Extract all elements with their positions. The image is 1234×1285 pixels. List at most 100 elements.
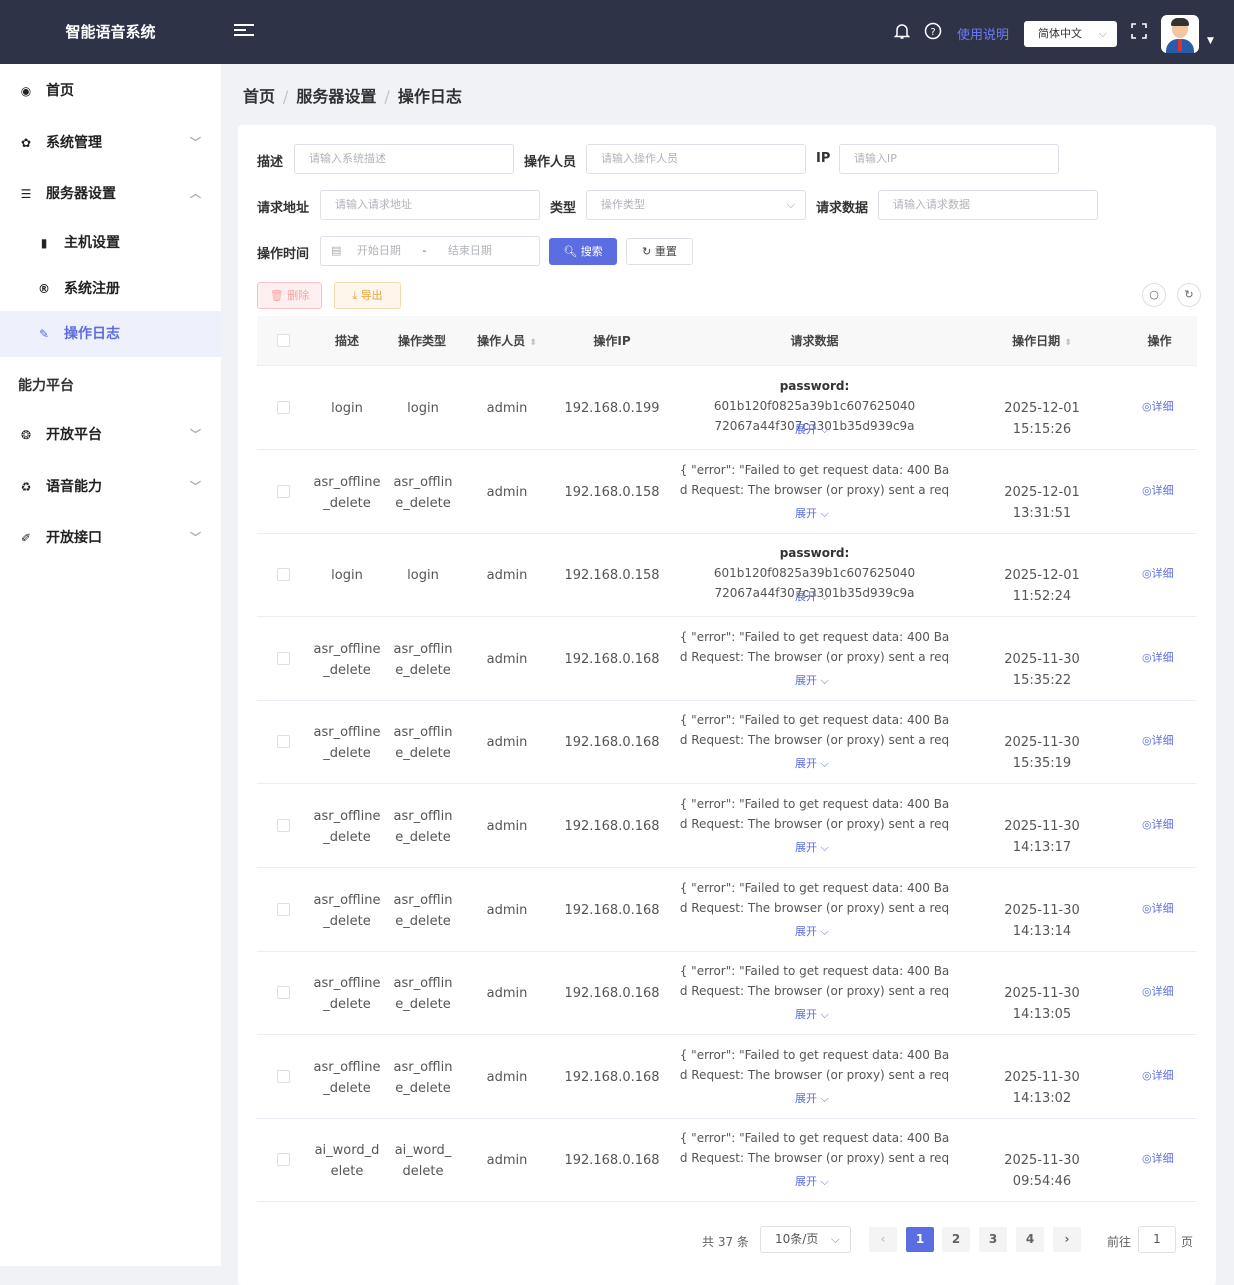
avatar[interactable] bbox=[1161, 15, 1199, 53]
detail-label: 详细 bbox=[1151, 901, 1174, 915]
expand-link[interactable]: 展开 ⌵ bbox=[795, 672, 829, 688]
detail-link[interactable]: ◎详细 bbox=[1142, 900, 1174, 916]
sidebar-item-label: 开放平台 bbox=[46, 427, 102, 443]
row-reqdata: { "error": "Failed to get request data: … bbox=[677, 878, 952, 918]
row-checkbox[interactable] bbox=[277, 651, 290, 665]
expand-link[interactable]: 展开 ⌵ bbox=[795, 421, 829, 437]
page-3-button[interactable]: 3 bbox=[979, 1227, 1007, 1252]
detail-link[interactable]: ◎详细 bbox=[1142, 732, 1174, 748]
open-platform-icon: ❂ bbox=[20, 428, 32, 442]
detail-link[interactable]: ◎详细 bbox=[1142, 482, 1174, 498]
detail-label: 详细 bbox=[1151, 483, 1174, 497]
row-checkbox[interactable] bbox=[277, 401, 290, 414]
delete-button[interactable]: 🗑︎ 删除 bbox=[257, 282, 322, 309]
page-2-button[interactable]: 2 bbox=[942, 1227, 970, 1252]
row-checkbox[interactable] bbox=[277, 1069, 290, 1083]
goto-page-input[interactable]: 1 bbox=[1138, 1226, 1176, 1253]
sidebar-item-voice[interactable]: ♻ 语音能力 ﹀ bbox=[0, 464, 221, 510]
detail-label: 详细 bbox=[1151, 985, 1174, 999]
url-input[interactable]: 请输入请求地址 bbox=[320, 190, 540, 220]
row-checkbox[interactable] bbox=[277, 902, 290, 916]
row-desc: asr_offline_delete bbox=[313, 1059, 381, 1096]
expand-link[interactable]: 展开 ⌵ bbox=[795, 1090, 829, 1106]
row-checkbox[interactable] bbox=[277, 819, 290, 832]
bell-icon[interactable] bbox=[892, 22, 912, 42]
detail-link[interactable]: ◎详细 bbox=[1142, 816, 1174, 832]
sidebar-item-host[interactable]: ▮ 主机设置 bbox=[0, 220, 221, 266]
chevron-down-icon: ⌵ bbox=[820, 841, 829, 854]
expand-link[interactable]: 展开 ⌵ bbox=[795, 755, 829, 771]
expand-link[interactable]: 展开 ⌵ bbox=[795, 588, 829, 604]
row-type: asr_offline_delete bbox=[393, 474, 453, 511]
detail-link[interactable]: ◎详细 bbox=[1142, 649, 1174, 665]
date-range-picker[interactable]: ▤ 开始日期 - 结束日期 bbox=[320, 236, 540, 266]
sidebar-item-home[interactable]: ◉ 首页 bbox=[0, 68, 221, 114]
expand-link[interactable]: 展开 ⌵ bbox=[795, 1173, 829, 1189]
page-1-button[interactable]: 1 bbox=[906, 1227, 934, 1252]
page-4-button[interactable]: 4 bbox=[1016, 1227, 1044, 1252]
row-type: login bbox=[407, 568, 439, 584]
detail-link[interactable]: ◎详细 bbox=[1142, 565, 1174, 581]
detail-link[interactable]: ◎详细 bbox=[1142, 398, 1174, 414]
sidebar: ◉ 首页 ✿ 系统管理 ﹀ ☰ 服务器设置 ︿ ▮ 主机设置 ® 系统注册 ✎ 操作日志 能力平… bbox=[0, 64, 221, 1266]
sidebar-item-oplog[interactable]: ✎ 操作日志 bbox=[0, 311, 221, 357]
search-toggle-icon[interactable]: ○ bbox=[1142, 283, 1166, 307]
question-icon[interactable]: ? bbox=[923, 22, 943, 42]
expand-label: 展开 bbox=[795, 1091, 817, 1105]
breadcrumb-home[interactable]: 首页 bbox=[243, 87, 275, 106]
row-checkbox[interactable] bbox=[277, 484, 290, 498]
detail-link[interactable]: ◎详细 bbox=[1142, 983, 1174, 999]
detail-label: 详细 bbox=[1151, 734, 1174, 748]
operator-input[interactable]: 请输入操作人员 bbox=[586, 144, 806, 174]
row-checkbox[interactable] bbox=[277, 735, 290, 749]
col-user[interactable]: 操作人员 ⬍ bbox=[462, 316, 552, 366]
expand-link[interactable]: 展开 ⌵ bbox=[795, 923, 829, 939]
search-button[interactable]: 🔍︎ 搜索 bbox=[549, 238, 617, 265]
type-select[interactable]: 操作类型 ⌵ bbox=[586, 190, 806, 220]
next-page-button[interactable]: › bbox=[1053, 1227, 1081, 1252]
avatar-dropdown-icon[interactable]: ▼ bbox=[1207, 36, 1214, 46]
row-checkbox[interactable] bbox=[277, 1153, 290, 1167]
row-checkbox[interactable] bbox=[277, 568, 290, 582]
server-icon: ☰ bbox=[20, 187, 32, 201]
reqdata-input[interactable]: 请输入请求数据 bbox=[878, 190, 1098, 220]
search-button-label: 搜索 bbox=[580, 245, 603, 258]
prev-page-button[interactable]: ‹ bbox=[869, 1227, 897, 1252]
chevron-down-icon: ⌵ bbox=[820, 423, 829, 436]
sort-icon[interactable]: ⬍ bbox=[1064, 338, 1072, 348]
fullscreen-icon[interactable] bbox=[1129, 22, 1149, 42]
sidebar-item-register[interactable]: ® 系统注册 bbox=[0, 266, 221, 312]
col-date[interactable]: 操作日期 ⬍ bbox=[977, 316, 1107, 366]
chevron-down-icon: ⌵ bbox=[820, 1175, 829, 1189]
end-date-input[interactable]: 结束日期 bbox=[448, 244, 492, 257]
page-size-select[interactable]: 10条/页 ⌵ bbox=[760, 1226, 851, 1253]
help-link[interactable]: 使用说明 bbox=[957, 24, 1009, 43]
row-user: admin bbox=[486, 986, 528, 1002]
select-all-checkbox[interactable] bbox=[277, 334, 290, 347]
table-row: login login admin 192.168.0.199 password: 60… bbox=[257, 366, 1197, 450]
menu-toggle-icon[interactable] bbox=[234, 21, 254, 41]
export-button[interactable]: ⤓ 导出 bbox=[334, 282, 401, 309]
detail-link[interactable]: ◎详细 bbox=[1142, 1150, 1174, 1166]
reset-button[interactable]: ↻ 重置 bbox=[626, 238, 693, 265]
desc-input[interactable]: 请输入系统描述 bbox=[294, 144, 514, 174]
refresh-icon[interactable]: ↻ bbox=[1177, 283, 1201, 307]
expand-link[interactable]: 展开 ⌵ bbox=[795, 839, 829, 855]
detail-link[interactable]: ◎详细 bbox=[1142, 1067, 1174, 1083]
ip-input[interactable]: 请输入IP bbox=[839, 144, 1059, 174]
filter-type-label: 类型 bbox=[550, 201, 577, 216]
date-separator: - bbox=[422, 244, 427, 257]
breadcrumb-server[interactable]: 服务器设置 bbox=[296, 87, 376, 106]
host-icon: ▮ bbox=[40, 236, 48, 250]
start-date-input[interactable]: 开始日期 bbox=[357, 244, 401, 257]
expand-label: 展开 bbox=[795, 924, 817, 938]
sidebar-item-server[interactable]: ☰ 服务器设置 ︿ bbox=[0, 171, 221, 217]
expand-link[interactable]: 展开 ⌵ bbox=[795, 505, 829, 521]
sidebar-item-open-platform[interactable]: ❂ 开放平台 ﹀ bbox=[0, 412, 221, 458]
sort-icon[interactable]: ⬍ bbox=[529, 338, 537, 348]
language-select[interactable]: 简体中文 ⌵ bbox=[1024, 21, 1117, 47]
row-checkbox[interactable] bbox=[277, 986, 290, 1000]
expand-link[interactable]: 展开 ⌵ bbox=[795, 1006, 829, 1022]
sidebar-item-system[interactable]: ✿ 系统管理 ﹀ bbox=[0, 120, 221, 166]
sidebar-item-api[interactable]: ✐ 开放接口 ﹀ bbox=[0, 515, 221, 561]
